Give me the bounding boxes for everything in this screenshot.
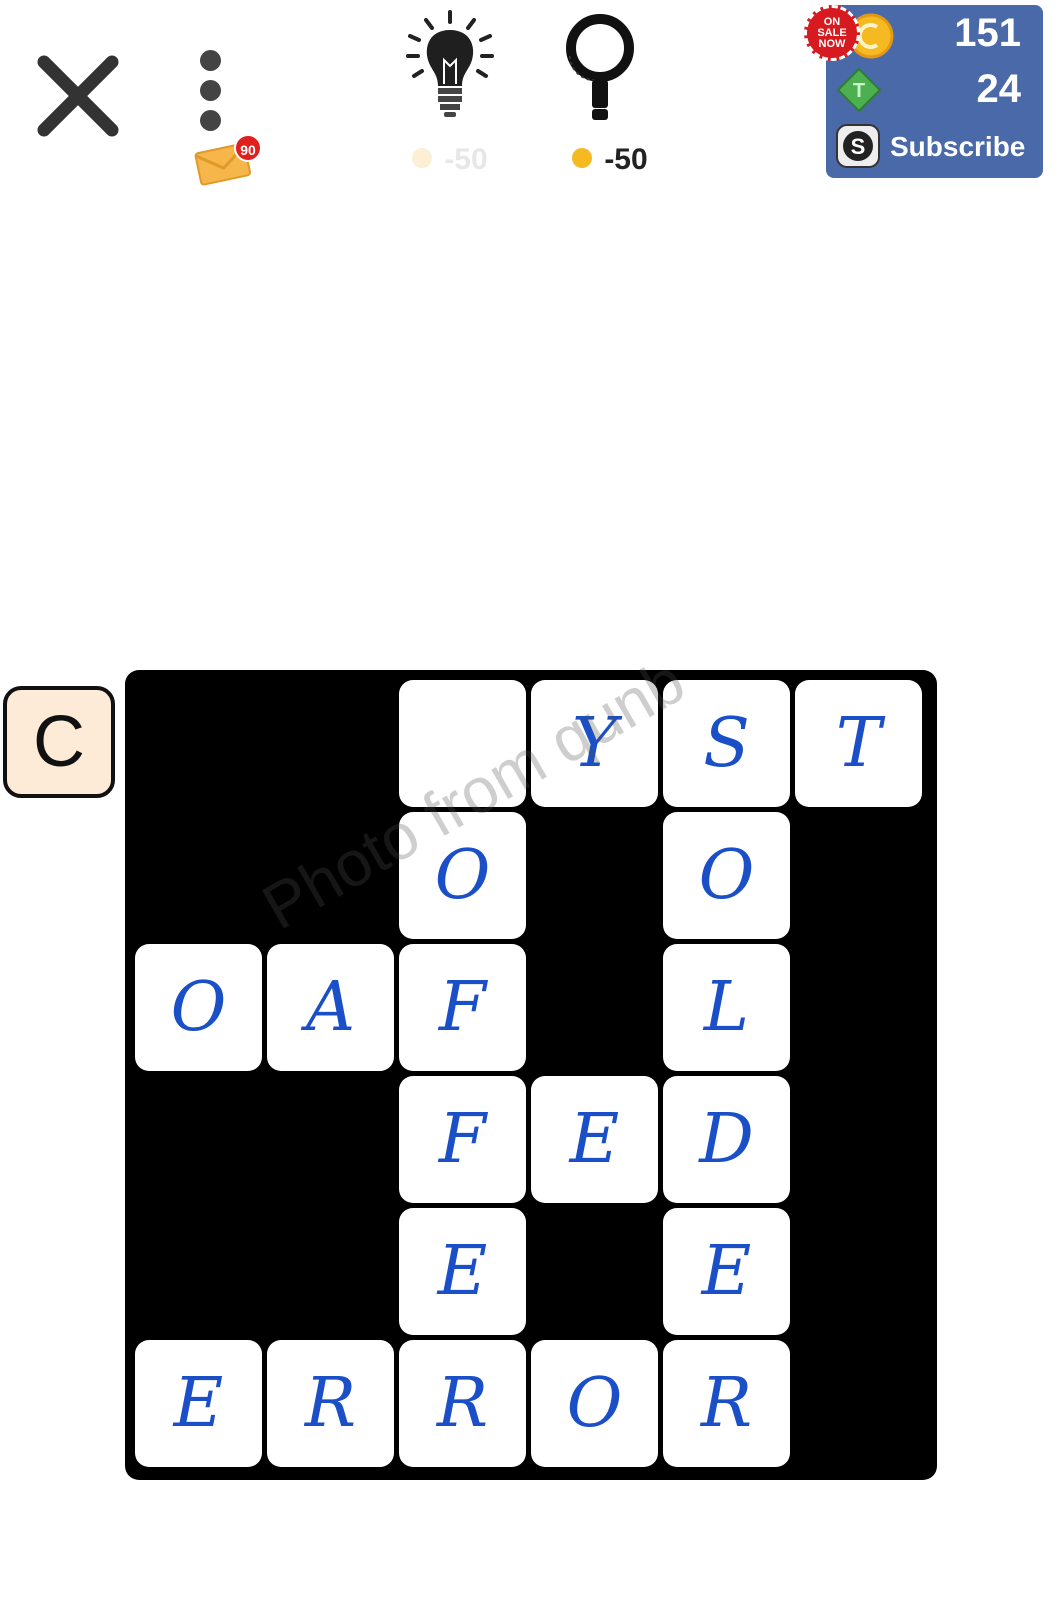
menu-dot: [200, 80, 221, 101]
lightbulb-icon: [406, 10, 494, 117]
letter-cell[interactable]: R: [267, 1340, 394, 1467]
letter-cell[interactable]: E: [531, 1076, 658, 1203]
letter-cell[interactable]: R: [399, 1340, 526, 1467]
letter-cell[interactable]: Y: [531, 680, 658, 807]
token-icon: T: [836, 67, 882, 113]
mail-button[interactable]: 90: [194, 134, 264, 186]
sale-badge-line: NOW: [818, 38, 846, 50]
letter-cell[interactable]: S: [663, 680, 790, 807]
subscribe-button[interactable]: S Subscribe: [836, 121, 1036, 171]
svg-text:T: T: [853, 80, 865, 102]
magnifier-icon: [566, 14, 634, 120]
kebab-menu-icon: [200, 50, 221, 71]
letter-cell[interactable]: A: [267, 944, 394, 1071]
clue-letter-tile[interactable]: C: [3, 686, 115, 798]
subscribe-icon: S: [836, 124, 880, 168]
letter-cell[interactable]: O: [531, 1340, 658, 1467]
letter-cell[interactable]: E: [663, 1208, 790, 1335]
letter-cell[interactable]: [399, 680, 526, 807]
reveal-cost-value: -50: [604, 143, 648, 176]
reveal-cost: -50: [560, 143, 660, 177]
letter-cell[interactable]: L: [663, 944, 790, 1071]
menu-dot: [200, 110, 221, 131]
letter-cell[interactable]: E: [399, 1208, 526, 1335]
hint-cost-value: -50: [444, 143, 488, 176]
coin-icon: [572, 148, 593, 169]
letter-cell[interactable]: O: [135, 944, 262, 1071]
close-icon: [37, 55, 119, 137]
close-button[interactable]: [32, 50, 124, 142]
letter-cell[interactable]: F: [399, 1076, 526, 1203]
crossword-board: YSTOOOAFLFEDEEERROR: [125, 670, 937, 1480]
menu-button[interactable]: [192, 48, 228, 138]
hint-button[interactable]: -50: [400, 8, 500, 178]
subscribe-label: Subscribe: [890, 131, 1026, 162]
letter-cell[interactable]: O: [399, 812, 526, 939]
letter-cell[interactable]: O: [663, 812, 790, 939]
letter-cell[interactable]: F: [399, 944, 526, 1071]
reveal-button[interactable]: -50: [560, 8, 660, 178]
letter-cell[interactable]: E: [135, 1340, 262, 1467]
coin-balance: 151: [954, 11, 1021, 55]
sale-badge[interactable]: ON SALE NOW: [804, 5, 860, 61]
svg-text:S: S: [851, 134, 866, 159]
mail-count-badge: 90: [234, 134, 262, 162]
letter-cell[interactable]: T: [795, 680, 922, 807]
hint-cost: -50: [400, 143, 500, 177]
letter-cell[interactable]: R: [663, 1340, 790, 1467]
letter-cell[interactable]: D: [663, 1076, 790, 1203]
coin-icon: [412, 148, 433, 169]
token-balance: 24: [976, 67, 1022, 111]
